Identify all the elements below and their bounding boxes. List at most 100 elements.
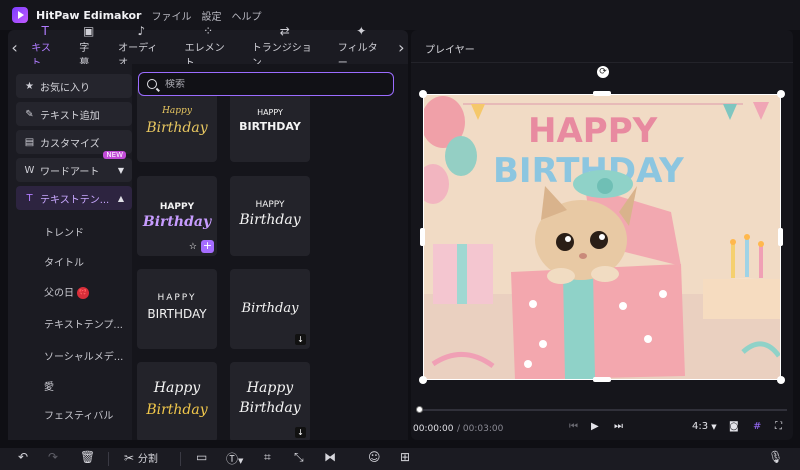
tab-text[interactable]: T キスト — [21, 25, 69, 69]
mirror-icon[interactable]: ⧓ — [324, 450, 336, 464]
template-line2: BIRTHDAY — [239, 120, 301, 133]
tab-transition[interactable]: ⇄ トランジション — [242, 25, 328, 69]
sidebar-item-wordart[interactable]: W ワードアート NEW ▼ — [16, 151, 132, 182]
template-card[interactable]: HAPPY Birthday ☆ + — [137, 176, 217, 256]
snapshot-icon[interactable]: ◙ — [729, 421, 739, 432]
split-button[interactable]: ✂ 分割 — [124, 450, 158, 465]
redo-icon[interactable]: ↷ — [48, 450, 58, 464]
search-bar[interactable] — [138, 72, 394, 96]
microphone-icon[interactable]: 🎙 — [768, 450, 783, 464]
timeline-track[interactable] — [417, 409, 787, 411]
filter-icon: ✦ — [356, 24, 367, 38]
sidebar-item-label: ワードアート — [40, 166, 100, 178]
star-outline-icon[interactable]: ☆ — [189, 242, 197, 252]
rotate-icon[interactable]: ⟳ — [597, 66, 609, 78]
divider — [411, 62, 793, 63]
preview-image[interactable]: HAPPY BIRTHDAY — [423, 94, 781, 380]
resize-handle-top-left[interactable] — [419, 90, 427, 98]
sidebar-item-text-template[interactable]: T テキストテン... ▲ — [16, 186, 132, 210]
template-card[interactable]: HAPPY BIRTHDAY — [137, 269, 217, 349]
sidebar-item-label: テキスト追加 — [40, 110, 100, 122]
crop-icon[interactable]: ⌗ — [264, 450, 271, 465]
template-card[interactable]: Happy Birthday ↓ — [230, 362, 310, 440]
player-panel: プレイヤー HAPPY BIRTHDAY ⟳ 00:00:00 / 00:03:… — [411, 30, 793, 440]
next-frame-icon[interactable]: ⏭ — [614, 421, 623, 432]
menu-help[interactable]: ヘルプ — [231, 8, 261, 23]
resize-handle-bottom[interactable] — [593, 377, 611, 382]
face-icon[interactable]: ☺ — [368, 450, 381, 464]
text-style-icon[interactable]: Ⓣ▼ — [226, 450, 243, 467]
resize-icon[interactable]: ⤡ — [294, 450, 304, 465]
music-note-icon: ♪ — [137, 24, 146, 38]
total-time: / 00:03:00 — [457, 424, 504, 434]
delete-icon[interactable]: 🗑 — [80, 450, 95, 464]
resize-handle-top-right[interactable] — [777, 90, 785, 98]
resize-handle-bottom-left[interactable] — [419, 376, 427, 384]
sidebar-item-label: お気に入り — [40, 82, 90, 94]
split-label: 分割 — [137, 454, 158, 465]
menu-file[interactable]: ファイル — [151, 8, 191, 23]
sidebar-item-text-add[interactable]: ✎ テキスト追加 — [16, 102, 132, 126]
subitem-fathers-day[interactable]: 父の日 🎀 — [44, 284, 89, 299]
template-card[interactable]: Happy Birthday — [137, 362, 217, 440]
banner-line1: HAPPY — [528, 111, 658, 151]
resize-handle-right[interactable] — [778, 228, 783, 246]
play-icon[interactable]: ▶ — [591, 421, 599, 432]
fullscreen-icon[interactable]: ⛶ — [775, 421, 782, 432]
add-media-icon[interactable]: ⊞ — [400, 450, 410, 464]
aspect-ratio-label: 4:3 — [692, 421, 709, 432]
text-add-icon: ✎ — [25, 108, 34, 120]
tab-filter[interactable]: ✦ フィルター — [328, 25, 395, 69]
chevron-down-icon: ▼ — [117, 165, 124, 175]
template-line2: Birthday — [241, 301, 299, 316]
tab-audio[interactable]: ♪ オーディオ — [108, 25, 175, 69]
sidebar-item-favorites[interactable]: ★ お気に入り — [16, 74, 132, 98]
resize-handle-bottom-right[interactable] — [777, 376, 785, 384]
template-grid: Happy Birthday HAPPY BIRTHDAY HAPPY Birt… — [132, 64, 408, 440]
sidebar-item-label: カスタマイズ — [40, 138, 100, 150]
subitem-title[interactable]: タイトル — [44, 254, 84, 269]
download-icon[interactable]: ↓ — [295, 334, 306, 345]
add-icon[interactable]: + — [201, 240, 214, 253]
undo-icon[interactable]: ↶ — [18, 450, 28, 464]
playhead[interactable] — [416, 406, 423, 413]
template-line1: Happy — [246, 380, 294, 396]
template-line1: Happy — [153, 380, 201, 396]
ribbon-icon: 🎀 — [77, 287, 89, 299]
element-icon: ⁘ — [203, 24, 214, 38]
aspect-ratio-select[interactable]: 4:3 ▼ — [692, 421, 717, 432]
grid-icon[interactable]: # — [753, 421, 761, 432]
template-line1: HAPPY — [257, 108, 283, 117]
tabs-left-arrow-icon[interactable]: ‹ — [8, 38, 21, 57]
resize-handle-left[interactable] — [420, 228, 425, 246]
subitem-label: 父の日 — [44, 288, 74, 299]
resize-handle-top[interactable] — [593, 91, 611, 96]
tabs-right-arrow-icon[interactable]: › — [395, 38, 408, 57]
text-icon: T — [41, 24, 49, 38]
subitem-trend[interactable]: トレンド — [44, 224, 84, 239]
subitem-social-media[interactable]: ソーシャルメデ... — [44, 348, 123, 363]
divider — [108, 452, 109, 466]
template-line2: BIRTHDAY — [147, 307, 207, 321]
category-tabs: ‹ T キスト ▣ 字幕 ♪ オーディオ ⁘ エレメント ⇄ トランジション ✦… — [8, 25, 408, 69]
template-line2: Birthday — [239, 212, 301, 228]
subitem-text-template[interactable]: テキストテンプ... — [44, 316, 123, 331]
search-input[interactable] — [165, 78, 385, 90]
menu-settings[interactable]: 設定 — [201, 8, 221, 23]
caption-icon[interactable]: ▭ — [196, 450, 207, 464]
subitem-festival[interactable]: フェスティバル — [44, 407, 113, 422]
tab-element[interactable]: ⁘ エレメント — [175, 25, 242, 69]
template-card[interactable]: HAPPY Birthday — [230, 176, 310, 256]
subtitle-icon: ▣ — [82, 24, 95, 38]
template-line1: HAPPY — [157, 293, 197, 303]
template-line1: HAPPY — [255, 200, 285, 210]
template-card[interactable]: Birthday ↓ — [230, 269, 310, 349]
tab-subtitle[interactable]: ▣ 字幕 — [69, 25, 108, 69]
template-line2: Birthday — [146, 120, 208, 136]
previous-frame-icon[interactable]: ⏮ — [569, 421, 578, 432]
template-line2: Birthday — [142, 214, 212, 230]
chevron-down-icon: ▼ — [238, 457, 244, 465]
download-icon[interactable]: ↓ — [295, 427, 306, 438]
customize-icon: ▤ — [24, 136, 35, 148]
subitem-love[interactable]: 愛 — [44, 378, 54, 393]
